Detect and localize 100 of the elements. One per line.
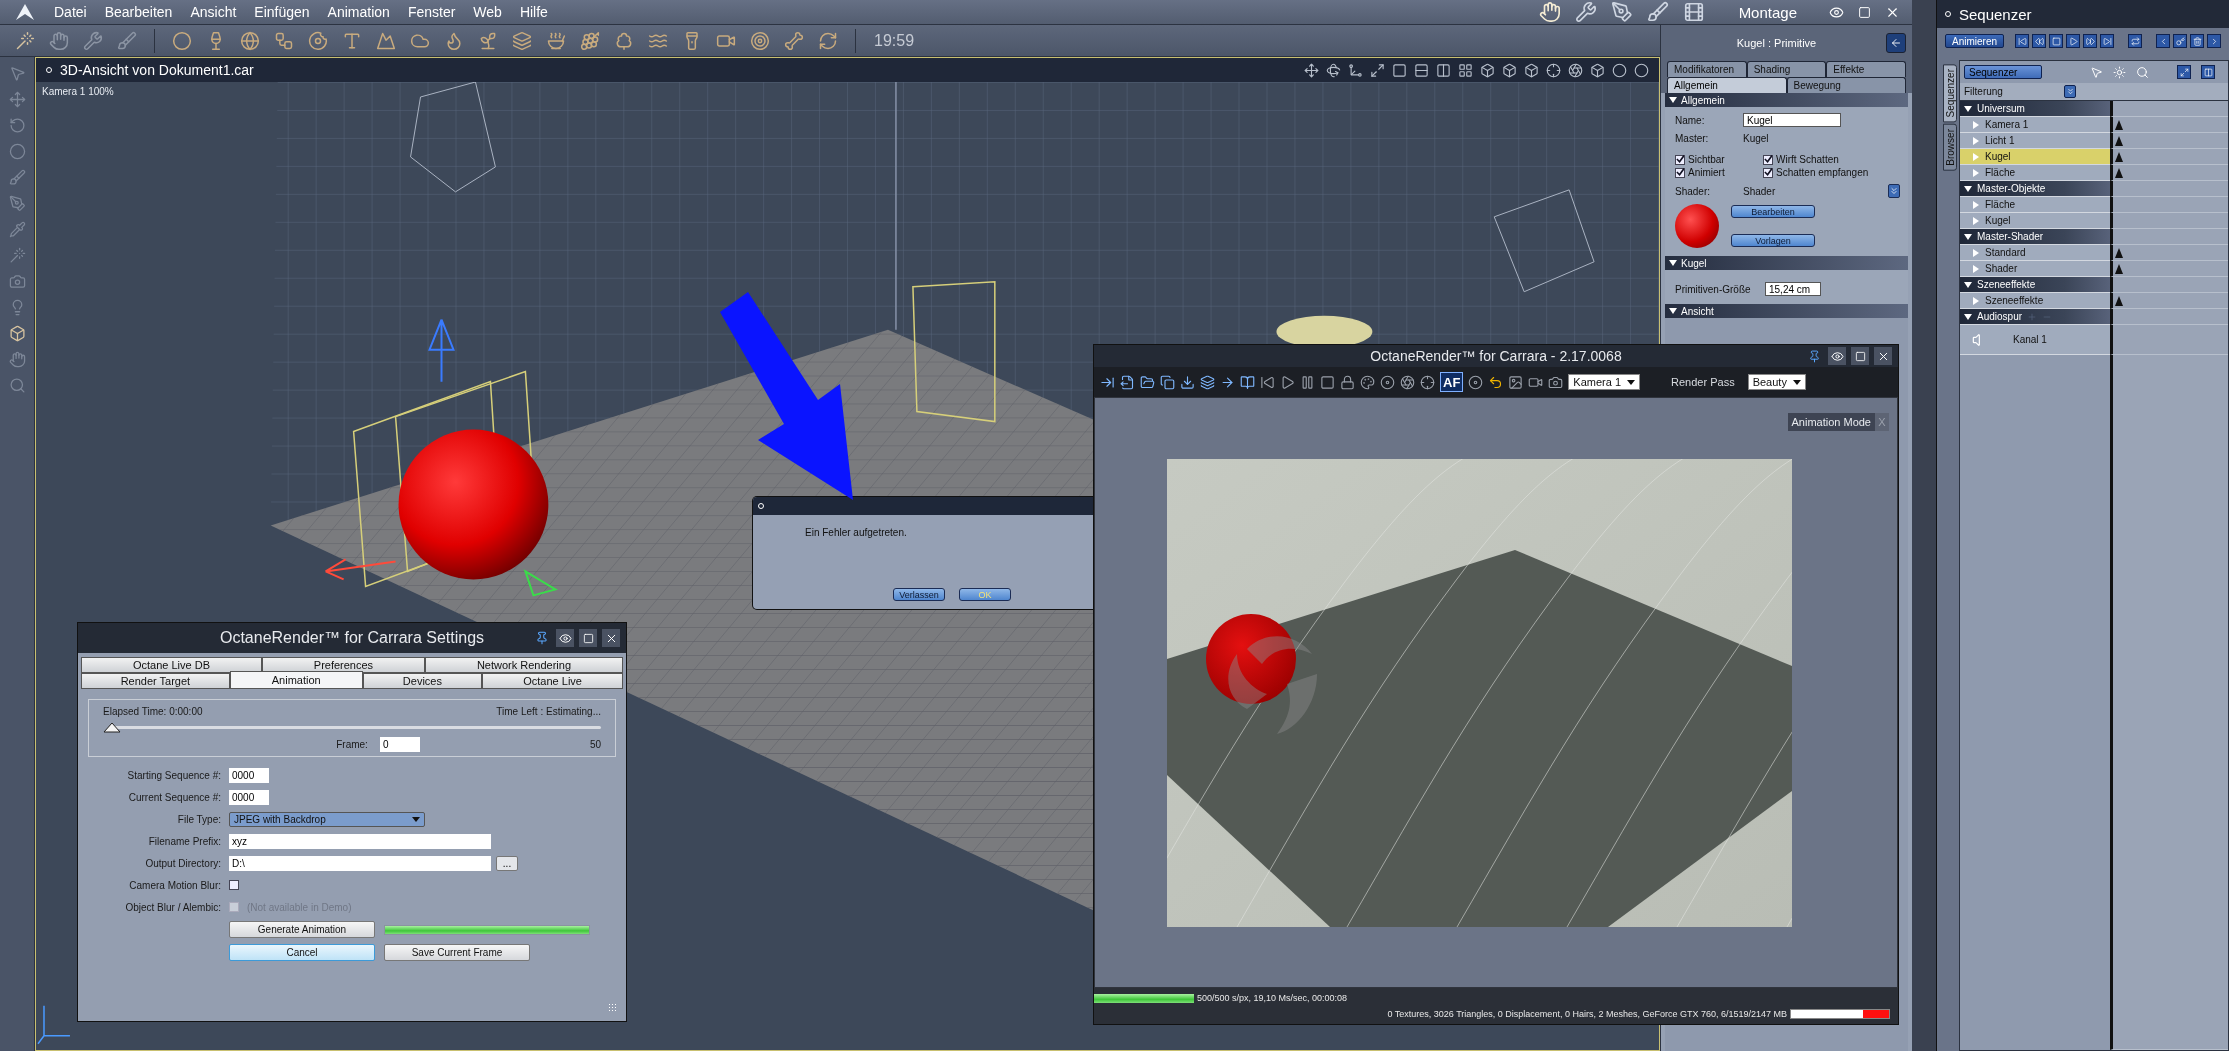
camera-label: Kamera 1 100% (42, 86, 114, 98)
settings-tab[interactable]: Render Target (81, 673, 230, 689)
section-header[interactable]: Kugel (1665, 256, 1908, 271)
track-row[interactable]: Fläche (1960, 165, 2110, 181)
shader-button[interactable]: Bearbeiten (1731, 205, 1815, 219)
track-group-label: Universum (1977, 103, 2025, 114)
track-group[interactable]: Master-Shader (1960, 229, 2110, 245)
track-group-label: Master-Shader (1977, 231, 2044, 242)
shader-value: Shader (1743, 185, 1776, 197)
autofocus-button[interactable]: AF (1440, 372, 1464, 392)
track-label: Kugel (1985, 151, 2011, 162)
elapsed-time: Elapsed Time: 0:00:00 (103, 706, 203, 717)
render-pass-dropdown[interactable]: Beauty (1747, 374, 1806, 390)
window-title: Sequenzer (1959, 5, 2032, 23)
frame-label: Frame: (336, 739, 368, 750)
track-row[interactable]: Kugel (1960, 213, 2110, 229)
field-label: Output Directory: (144, 857, 221, 869)
panel-tab[interactable]: Allgemein (1667, 77, 1787, 94)
cancel-button[interactable]: Cancel (229, 944, 375, 961)
size-field[interactable]: 15,24 cm (1765, 282, 1821, 297)
side-tab[interactable]: Sequenzer (1943, 64, 1957, 123)
section-title: Ansicht (1681, 305, 1714, 317)
panel-tab[interactable]: Bewegung (1786, 77, 1906, 94)
track-group-label: Audiospur (1977, 311, 2023, 322)
settings-tab[interactable]: Animation (229, 671, 363, 689)
menu-item[interactable]: Bearbeiten (104, 4, 173, 21)
field-label: Filename Prefix: (147, 835, 221, 847)
track-label: Szeneeffekte (1985, 295, 2044, 306)
track-row[interactable]: Kanal 1 (1960, 325, 2110, 355)
file-type-dropdown[interactable]: JPEG with Backdrop (229, 811, 425, 827)
panel-tab[interactable]: Effekte (1826, 61, 1906, 78)
menu-item[interactable]: Ansicht (190, 4, 237, 21)
error-message: Ein Fehler aufgetreten. (805, 527, 908, 538)
menu-item[interactable]: Fenster (407, 4, 456, 21)
track-row[interactable]: Fläche (1960, 197, 2110, 213)
track-row[interactable]: Kamera 1 (1960, 117, 2110, 133)
track-row[interactable]: Szeneeffekte (1960, 293, 2110, 309)
menu-item[interactable]: Einfügen (254, 4, 310, 21)
time-left: Time Left : Estimating... (496, 706, 601, 717)
field-label: Primitiven-Größe (1675, 283, 1752, 295)
text-field[interactable]: xyz (229, 833, 491, 849)
section-header[interactable]: Allgemein (1665, 93, 1908, 108)
panel-tab[interactable]: Shading (1746, 61, 1827, 78)
menu-item[interactable]: Animation (327, 4, 390, 21)
checkbox-label: Animiert (1688, 167, 1725, 179)
side-tab[interactable]: Browser (1943, 124, 1957, 172)
section-header[interactable]: Ansicht (1665, 304, 1908, 319)
generate-button[interactable]: Generate Animation (229, 921, 375, 938)
track-group[interactable]: Audiospur (1960, 309, 2110, 325)
frame-field[interactable]: 0 (379, 737, 420, 752)
section-title: Kugel (1681, 257, 1707, 269)
track-row[interactable]: Standard (1960, 245, 2110, 261)
track-label: Fläche (1985, 199, 2015, 210)
mode-dropdown[interactable]: Sequenzer (1964, 65, 2042, 79)
field-label: Object Blur / Alembic: (124, 901, 221, 913)
camera-dropdown[interactable]: Kamera 1 (1568, 374, 1641, 390)
track-group[interactable]: Master-Objekte (1960, 181, 2110, 197)
number-field[interactable]: 0000 (229, 767, 269, 783)
window-title: 3D-Ansicht von Dokument1.car (60, 62, 254, 79)
browse-button[interactable]: ... (496, 855, 518, 871)
field-label: Master: (1675, 133, 1710, 145)
track-row[interactable]: Kugel (1960, 149, 2110, 165)
settings-tab[interactable]: Octane Live (482, 673, 623, 689)
track-label: Standard (1985, 247, 2026, 258)
track-group-label: Master-Objekte (1977, 183, 2046, 194)
menu-item[interactable]: Web (473, 4, 502, 21)
frame-max: 50 (589, 739, 601, 750)
panel-tab[interactable]: Modifikatoren (1667, 61, 1747, 78)
track-group[interactable]: Szeneeffekte (1960, 277, 2110, 293)
path-field[interactable]: D:\ (229, 855, 491, 871)
track-label: Kanal 1 (2013, 334, 2047, 345)
track-row[interactable]: Licht 1 (1960, 133, 2110, 149)
menu-item[interactable]: Hilfe (519, 4, 548, 21)
number-field[interactable]: 0000 (229, 789, 269, 805)
window-title: OctaneRender™ for Carrara Settings (219, 629, 485, 647)
field-label: Name: (1675, 114, 1706, 126)
animate-button[interactable]: Animieren (1945, 34, 2005, 48)
settings-tab[interactable]: Network Rendering (424, 657, 623, 673)
shader-button[interactable]: Vorlagen (1731, 234, 1815, 248)
field-label: Current Sequence #: (127, 791, 221, 803)
scene-info: 0 Textures, 3026 Triangles, 0 Displacement, 0 Hairs, 2 Meshes, GeForce GTX 760, 6/1519/2147 MB (1387, 1009, 1787, 1019)
track-label: Shader (1985, 263, 2018, 274)
field-label: Shader: (1675, 185, 1712, 197)
save-frame-button[interactable]: Save Current Frame (384, 944, 530, 961)
master-value: Kugel (1743, 133, 1769, 145)
checkbox-label: Sichtbar (1688, 154, 1725, 166)
track-label: Kugel (1985, 215, 2011, 226)
room-label: Montage (1738, 3, 1797, 21)
settings-tab[interactable]: Preferences (262, 657, 425, 673)
dialog-button[interactable]: Verlassen (893, 588, 945, 601)
settings-tab[interactable]: Octane Live DB (81, 657, 262, 673)
name-field[interactable]: Kugel (1743, 113, 1841, 128)
track-label: Licht 1 (1985, 135, 2015, 146)
track-row[interactable]: Shader (1960, 261, 2110, 277)
settings-tab[interactable]: Devices (362, 673, 483, 689)
menu-item[interactable]: Datei (54, 4, 87, 21)
mode-badge: Animation Mode (1787, 413, 1875, 431)
track-group[interactable]: Universum (1960, 101, 2110, 117)
track-label: Kamera 1 (1985, 119, 2029, 130)
render-stats: 500/500 s/px, 19,10 Ms/sec, 00:00:08 (1197, 993, 1348, 1003)
